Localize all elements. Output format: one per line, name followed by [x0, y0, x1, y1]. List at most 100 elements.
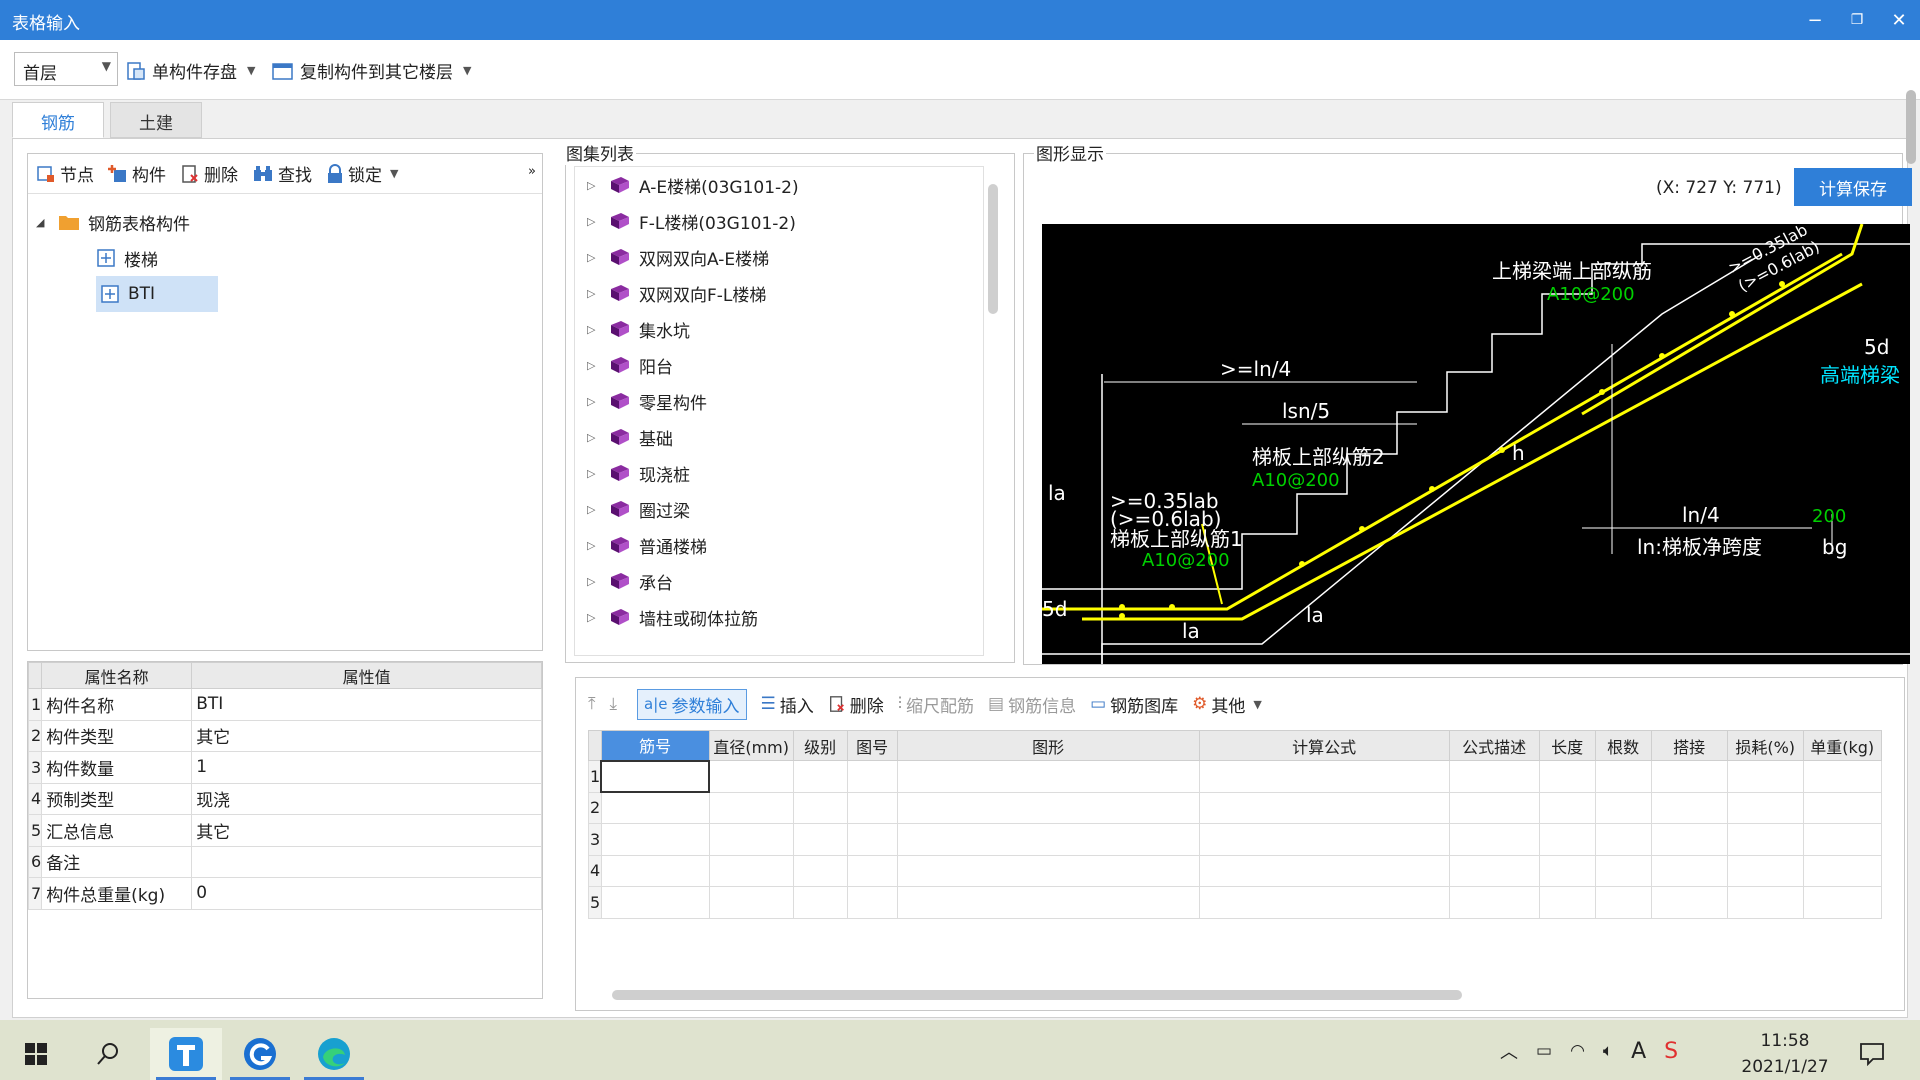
rebar-cell[interactable]	[792, 760, 848, 793]
atlas-item[interactable]: ▷ A-E楼梯(03G101-2)	[575, 167, 983, 203]
volume-icon[interactable]: 🔈︎	[1603, 1041, 1613, 1061]
atlas-item[interactable]: ▷ 双网双向F-L楼梯	[575, 275, 983, 311]
drawing-canvas[interactable]: 上梯梁端上部纵筋 A10@200 >=ln/4 lsn/5 梯板上部纵筋2 A1…	[1042, 220, 1910, 664]
header-formula-desc[interactable]: 公式描述	[1448, 730, 1540, 761]
rebar-cell[interactable]	[1448, 760, 1540, 793]
atlas-item[interactable]: ▷ 零星构件	[575, 383, 983, 419]
expand-arrow-icon[interactable]: ▷	[587, 359, 609, 372]
move-up-icon[interactable]: ⤒	[588, 694, 596, 714]
atlas-item[interactable]: ▷ 承台	[575, 563, 983, 599]
rebar-cell[interactable]	[1448, 886, 1540, 919]
rebar-cell[interactable]	[1538, 886, 1596, 919]
copy-to-floor-button[interactable]: 复制构件到其它楼层 ▼	[272, 58, 471, 83]
rebar-cell[interactable]	[1726, 791, 1804, 824]
wifi-icon[interactable]: ◠	[1570, 1041, 1585, 1061]
property-value[interactable]: 现浇	[191, 782, 542, 815]
component-button[interactable]: 构件	[108, 161, 166, 186]
rebar-cell[interactable]	[1650, 854, 1728, 887]
clock[interactable]: 11:58 2021/1/27	[1730, 1028, 1840, 1080]
rebar-cell[interactable]	[896, 823, 1200, 856]
floor-select[interactable]: 首层 ▼	[14, 52, 118, 86]
header-lap[interactable]: 搭接	[1650, 730, 1728, 761]
chevron-down-icon[interactable]: ▼	[390, 167, 398, 180]
taskbar-app-t[interactable]	[150, 1028, 222, 1080]
rebar-cell[interactable]	[846, 886, 898, 919]
atlas-item[interactable]: ▷ 墙柱或砌体拉筋	[575, 599, 983, 635]
input-method-icon[interactable]: A	[1631, 1039, 1646, 1064]
rebar-cell[interactable]	[1538, 823, 1596, 856]
taskbar-app-g[interactable]	[224, 1028, 296, 1080]
rebar-cell[interactable]	[1594, 886, 1652, 919]
atlas-item[interactable]: ▷ F-L楼梯(03G101-2)	[575, 203, 983, 239]
tree-root[interactable]: ◢ 钢筋表格构件	[36, 204, 218, 240]
chevron-down-icon[interactable]: ▼	[463, 64, 471, 77]
rebar-cell[interactable]	[708, 854, 794, 887]
expand-arrow-icon[interactable]: ▷	[587, 251, 609, 264]
rebar-cell[interactable]	[1448, 823, 1540, 856]
rebar-cell[interactable]	[1802, 854, 1882, 887]
rebar-cell[interactable]	[1726, 854, 1804, 887]
rebar-cell[interactable]	[896, 854, 1200, 887]
rebar-cell[interactable]	[1198, 760, 1450, 793]
ime-s-icon[interactable]: S	[1664, 1039, 1678, 1064]
calc-save-button[interactable]: 计算保存	[1794, 168, 1912, 206]
header-bar-no[interactable]: 筋号	[600, 730, 710, 761]
find-button[interactable]: 查找	[252, 161, 312, 186]
collapse-triangle-icon[interactable]: ◢	[36, 216, 58, 229]
property-value[interactable]	[191, 845, 542, 878]
expand-arrow-icon[interactable]: ▷	[587, 611, 609, 624]
header-shape-no[interactable]: 图号	[846, 730, 898, 761]
atlas-scrollbar[interactable]	[988, 184, 998, 314]
rebar-cell[interactable]	[1726, 823, 1804, 856]
expand-arrow-icon[interactable]: ▷	[587, 575, 609, 588]
tree-item-stair[interactable]: 楼梯	[36, 240, 218, 276]
property-value[interactable]: 0	[191, 877, 542, 910]
rebar-cell[interactable]	[1594, 760, 1652, 793]
property-value[interactable]: 1	[191, 751, 542, 784]
scale-rebar-button[interactable]: ⫶ 缩尺配筋	[898, 692, 974, 717]
expand-arrow-icon[interactable]: ▷	[587, 179, 609, 192]
rebar-cell[interactable]	[708, 791, 794, 824]
expand-arrow-icon[interactable]: ▷	[587, 323, 609, 336]
chevron-down-icon[interactable]: ▼	[1253, 698, 1261, 711]
rebar-info-button[interactable]: ▤ 钢筋信息	[988, 692, 1076, 717]
save-component-button[interactable]: 单构件存盘 ▼	[126, 58, 255, 83]
rebar-cell[interactable]	[1198, 854, 1450, 887]
header-formula[interactable]: 计算公式	[1198, 730, 1450, 761]
rebar-cell[interactable]	[896, 791, 1200, 824]
rebar-cell[interactable]	[600, 823, 710, 856]
header-loss[interactable]: 损耗(%)	[1726, 730, 1804, 761]
restore-button[interactable]: ❐	[1836, 0, 1878, 40]
rebar-cell[interactable]	[1594, 854, 1652, 887]
taskbar-edge[interactable]	[298, 1028, 370, 1080]
header-shape[interactable]: 图形	[896, 730, 1200, 761]
header-diameter[interactable]: 直径(mm)	[708, 730, 794, 761]
rebar-cell[interactable]	[708, 760, 794, 793]
rebar-library-button[interactable]: ▭ 钢筋图库	[1090, 692, 1178, 717]
rebar-cell[interactable]	[896, 886, 1200, 919]
expand-toolbar-icon[interactable]: »	[528, 164, 536, 179]
atlas-item[interactable]: ▷ 基础	[575, 419, 983, 455]
rebar-cell[interactable]	[1198, 791, 1450, 824]
expand-arrow-icon[interactable]: ▷	[587, 467, 609, 480]
rebar-cell[interactable]	[1448, 791, 1540, 824]
expand-arrow-icon[interactable]: ▷	[587, 395, 609, 408]
rebar-cell[interactable]	[792, 791, 848, 824]
rebar-cell[interactable]	[600, 886, 710, 919]
expand-arrow-icon[interactable]: ▷	[587, 215, 609, 228]
property-value[interactable]: BTI	[191, 688, 542, 721]
node-button[interactable]: 节点	[36, 161, 94, 186]
chevron-down-icon[interactable]: ▼	[247, 64, 255, 77]
close-button[interactable]: ✕	[1878, 0, 1920, 40]
header-length[interactable]: 长度	[1538, 730, 1596, 761]
rebar-cell[interactable]	[600, 791, 710, 824]
rebar-cell[interactable]	[792, 854, 848, 887]
lock-button[interactable]: 锁定 ▼	[326, 161, 398, 186]
tree-item-bti[interactable]: BTI	[96, 276, 218, 312]
insert-button[interactable]: ☰ 插入	[761, 692, 814, 717]
rebar-cell[interactable]	[846, 791, 898, 824]
notification-button[interactable]	[1836, 1028, 1908, 1080]
atlas-item[interactable]: ▷ 现浇桩	[575, 455, 983, 491]
header-unit-weight[interactable]: 单重(kg)	[1802, 730, 1882, 761]
rebar-cell[interactable]	[846, 823, 898, 856]
